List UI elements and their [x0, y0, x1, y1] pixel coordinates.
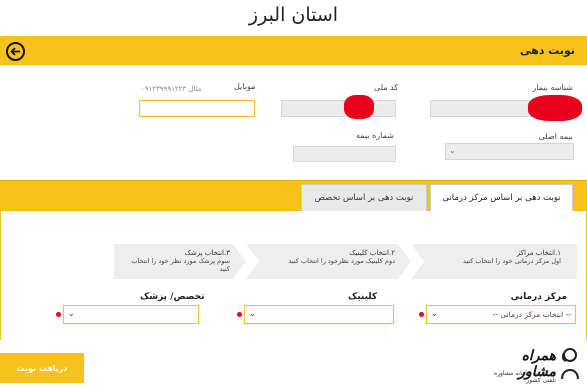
required-indicator: [56, 312, 61, 317]
national-code-label: کد ملی: [374, 83, 399, 92]
get-appointment-button[interactable]: دریافت نوبت: [0, 353, 84, 383]
chevron-down-icon: ⌄: [249, 309, 256, 318]
mobile-example-hint: مثال ۰۹۱۲۳۹۹۹۱۲۲۴: [141, 85, 202, 93]
required-indicator: [237, 312, 242, 317]
tab-by-specialty[interactable]: نوبت دهی بر اساس تخصص: [301, 184, 427, 211]
step-2-title: ۲.انتخاب کلینیک: [349, 249, 395, 257]
center-select-label: مرکز درمانی: [510, 292, 567, 302]
clinic-select-label: کلینیک: [348, 292, 378, 302]
step-3-desc: سوم پزشک مورد نظر خود را انتخاب کنید: [131, 257, 230, 273]
doctor-select-label: تخصص/ پزشک: [140, 292, 205, 302]
tab-by-center[interactable]: نوبت دهی بر اساس مرکز درمانی: [430, 184, 573, 211]
mobile-label: موبایل: [234, 82, 256, 91]
national-code-field[interactable]: [281, 100, 396, 117]
phone-person-icon: [561, 348, 579, 380]
primary-insurance-label: بیمه اصلی: [538, 132, 573, 141]
required-indicator: [419, 312, 424, 317]
step-1: ۱.انتخاب مراکز اول مرکز درمانی خود را ان…: [411, 244, 577, 279]
step-2-desc: دوم کلینیک مورد نظرخود را انتخاب کنید: [288, 257, 395, 265]
header-bar: [0, 36, 587, 65]
logo-tagline: بزرگترین سامانه مشاوره تلفنی کشور: [493, 370, 556, 384]
mobile-input[interactable]: [139, 100, 255, 117]
step-3-title: ۳.انتخاب پزشک: [184, 249, 230, 257]
doctor-select[interactable]: ⌄: [63, 305, 199, 324]
insurance-number-field[interactable]: [293, 146, 396, 162]
arrow-left-icon: [10, 47, 20, 56]
center-select[interactable]: -- انتخاب مرکز درمانی -- ⌄: [426, 305, 576, 324]
insurance-number-label: شماره بیمه: [356, 131, 394, 140]
chevron-down-icon: ⌄: [431, 309, 438, 318]
brand-logo: همراه مشاور بزرگترین سامانه مشاوره تلفنی…: [480, 345, 580, 385]
header-title: نوبت دهی: [519, 44, 575, 57]
step-1-title: ۱.انتخاب مراکز: [516, 249, 561, 257]
back-button[interactable]: [6, 42, 25, 61]
chevron-down-icon: ⌄: [449, 146, 456, 155]
redaction-mark: [528, 95, 582, 121]
step-2: ۲.انتخاب کلینیک دوم کلینیک مورد نظرخود ر…: [246, 244, 411, 279]
primary-insurance-select[interactable]: ⌄: [445, 143, 574, 160]
patient-id-label: شناسه بیمار: [532, 83, 573, 92]
redaction-mark: [344, 95, 374, 119]
center-select-value: -- انتخاب مرکز درمانی --: [492, 310, 571, 319]
clinic-select[interactable]: ⌄: [244, 305, 394, 324]
page-title: استان البرز: [248, 4, 339, 26]
step-3: ۳.انتخاب پزشک سوم پزشک مورد نظر خود را ا…: [114, 244, 246, 279]
step-1-desc: اول مرکز درمانی خود را انتخاب کنید: [462, 257, 561, 265]
chevron-down-icon: ⌄: [68, 309, 75, 318]
